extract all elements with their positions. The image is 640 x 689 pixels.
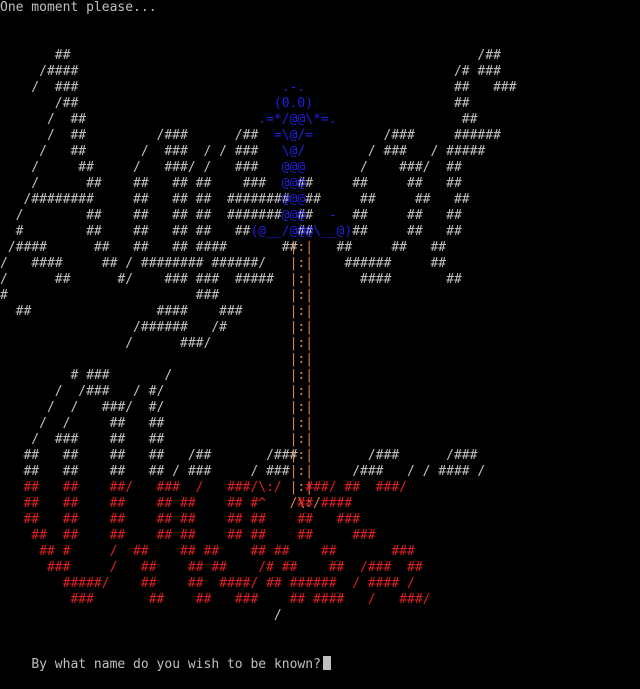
lower-logo-ascii: ## ## ##/ ### / ###/\:/ ###/ ## ###/ ## … <box>23 480 431 607</box>
name-prompt: By what name do you wish to be known? <box>31 657 321 672</box>
nethack-title-art: ## /## /#### /# ### / ### ## ### /## ## … <box>0 48 640 624</box>
text-cursor <box>322 656 331 670</box>
status-message: One moment please... <box>0 0 157 15</box>
name-prompt-line[interactable]: By what name do you wish to be known? <box>0 640 331 672</box>
terminal-screen: One moment please... ## /## /#### /# ###… <box>0 0 640 672</box>
